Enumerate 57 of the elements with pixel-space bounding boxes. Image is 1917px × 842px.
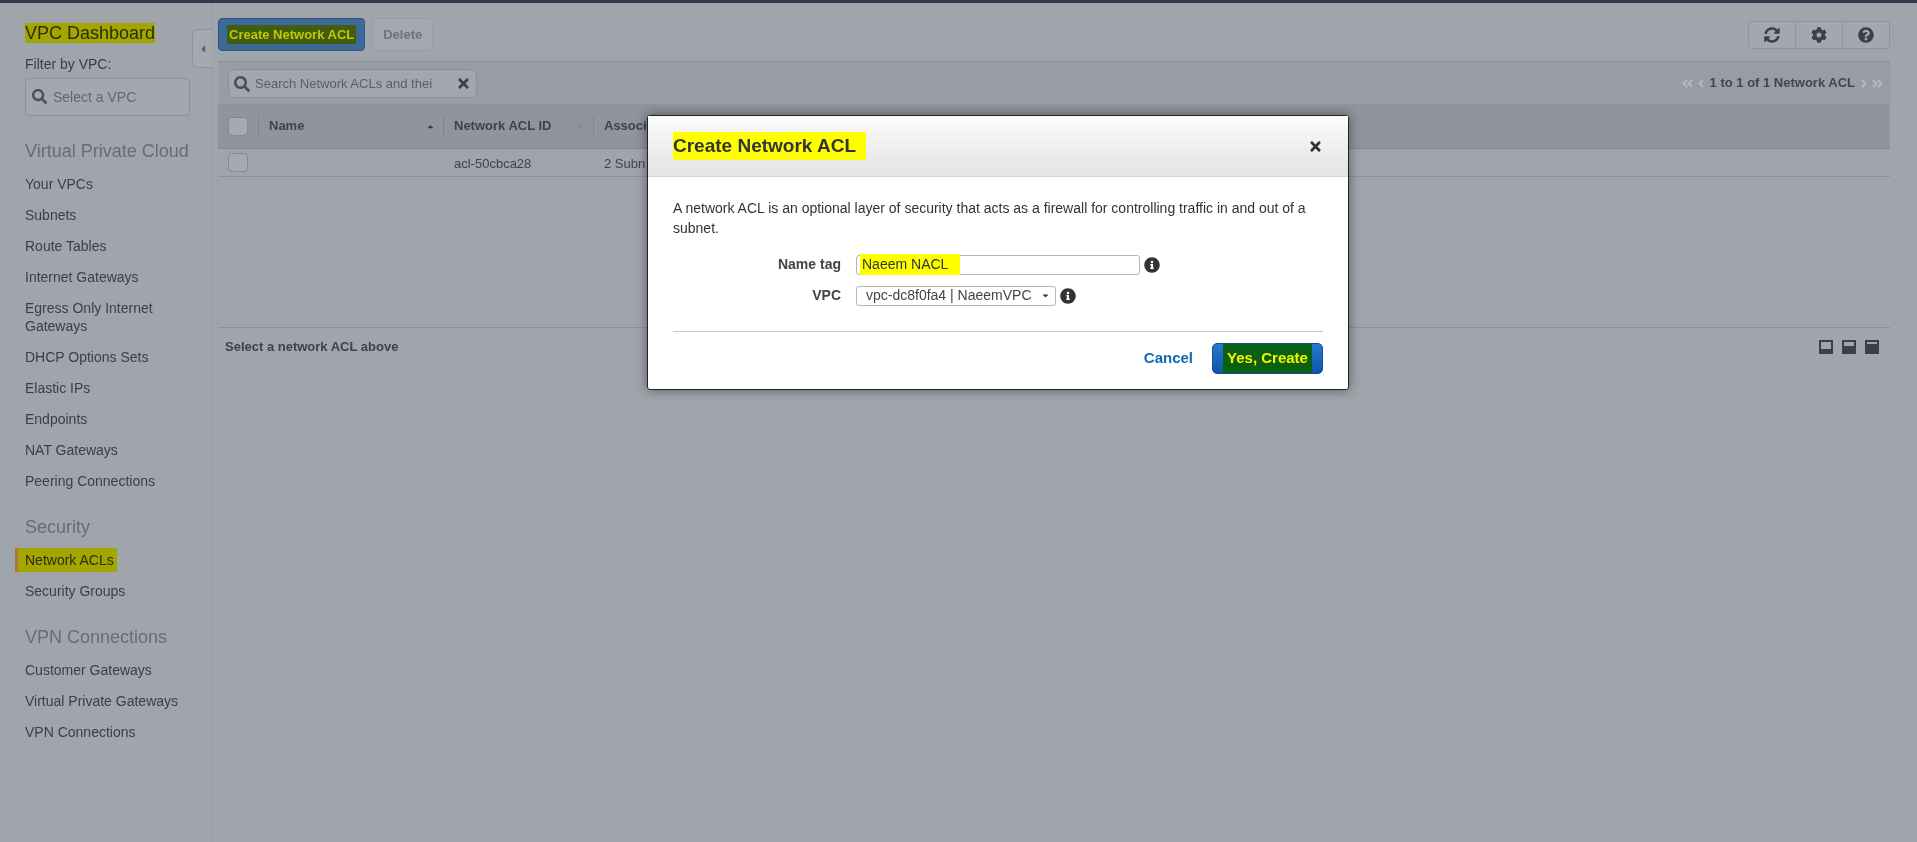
modal-title: Create Network ACL xyxy=(673,131,866,161)
sidebar-nav-link[interactable]: Security Groups xyxy=(15,578,129,603)
refresh-icon xyxy=(1764,27,1780,43)
dropdown-select[interactable]: vpc-dc8f0fa4 | NaeemVPC xyxy=(856,285,1056,306)
sidebar-nav-link[interactable]: Virtual Private Gateways xyxy=(15,688,182,713)
sidebar-nav-link[interactable]: Peering Connections xyxy=(15,468,158,493)
search-icon xyxy=(32,89,47,104)
sidebar-section-heading: VPN Connections xyxy=(25,627,168,647)
clear-icon[interactable] xyxy=(456,75,471,91)
pagination-label: 1 to 1 of 1 Network ACL xyxy=(1709,74,1855,93)
checkbox[interactable] xyxy=(228,116,248,136)
info-icon[interactable] xyxy=(1060,287,1076,304)
sidebar-section-heading: Security xyxy=(25,517,91,537)
sidebar-nav-link[interactable]: Network ACLs xyxy=(15,547,117,572)
sidebar-nav-link[interactable]: Customer Gateways xyxy=(15,657,155,682)
sidebar-nav-link[interactable]: Egress Only Internet Gateways xyxy=(15,295,187,338)
table-cell: acl-50cbca28 xyxy=(454,155,532,171)
cancel-button[interactable]: Cancel xyxy=(1143,347,1193,370)
settings-button[interactable] xyxy=(1796,21,1843,49)
column-header[interactable]: Associ xyxy=(604,116,647,136)
search-icon xyxy=(234,75,250,92)
detail-pane-message: Select a network ACL above xyxy=(225,339,399,355)
sidebar-title[interactable]: VPC Dashboard xyxy=(25,23,156,43)
search-field[interactable]: Search Network ACLs and thei xyxy=(228,68,477,98)
sidebar-nav-link[interactable]: Elastic IPs xyxy=(15,375,94,400)
sidebar-nav-link[interactable]: Your VPCs xyxy=(15,171,96,196)
help-button[interactable] xyxy=(1843,21,1890,49)
text-input[interactable]: Naeem NACL xyxy=(856,254,1140,275)
settings-icon xyxy=(1811,27,1827,43)
create-button[interactable]: Yes, Create xyxy=(1212,343,1323,374)
close-icon xyxy=(1308,138,1323,154)
filter-label: Filter by VPC: xyxy=(25,56,112,72)
sidebar-nav-link[interactable]: Subnets xyxy=(15,202,80,227)
pane-layout-icon[interactable] xyxy=(1865,340,1879,354)
sidebar-nav-link[interactable]: Endpoints xyxy=(15,406,91,431)
sidebar-nav-link[interactable]: VPN Connections xyxy=(15,719,139,744)
field-label: Name tag xyxy=(777,255,841,274)
help-icon xyxy=(1858,27,1874,43)
vpc-filter-field[interactable]: Select a VPC xyxy=(25,78,190,116)
sidebar-section-heading: Virtual Private Cloud xyxy=(25,141,189,161)
dropdown-caret-icon xyxy=(1041,291,1050,300)
modal-description: A network ACL is an optional layer of security that acts as a firewall for controlling traffic in and out of a subnet. xyxy=(673,199,1307,238)
info-icon[interactable] xyxy=(1144,256,1160,273)
pane-layout-icon[interactable] xyxy=(1842,340,1856,354)
table-cell: 2 Subn xyxy=(604,155,646,171)
pane-layout-icon[interactable] xyxy=(1819,340,1833,354)
refresh-button[interactable] xyxy=(1748,21,1796,49)
sidebar-nav-link[interactable]: DHCP Options Sets xyxy=(15,344,152,369)
sidebar-nav-link[interactable]: NAT Gateways xyxy=(15,437,121,462)
field-label: VPC xyxy=(812,286,841,305)
column-header[interactable]: Network ACL ID xyxy=(454,116,552,136)
checkbox[interactable] xyxy=(228,153,248,172)
sidebar-nav-link[interactable]: Route Tables xyxy=(15,233,110,258)
close-button[interactable] xyxy=(1308,138,1323,154)
toolbar-button[interactable]: Create Network ACL xyxy=(218,18,366,51)
column-header[interactable]: Name xyxy=(269,116,305,136)
sidebar-nav-link[interactable]: Internet Gateways xyxy=(15,264,142,289)
